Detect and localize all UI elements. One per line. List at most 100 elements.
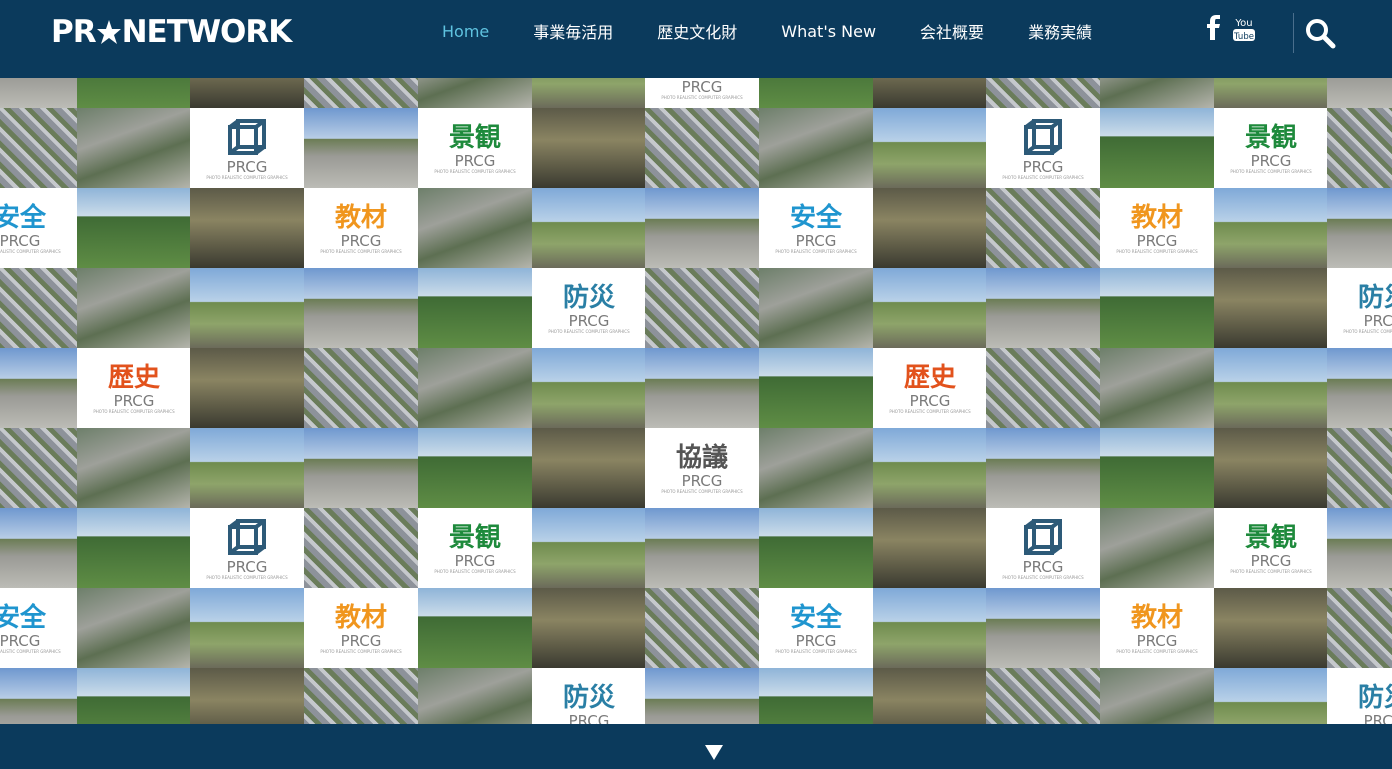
photo-tile	[645, 188, 759, 268]
photo-tile	[986, 668, 1100, 724]
photo-tile	[1100, 348, 1214, 428]
tile-prcg-subtitle: PHOTO REALISTIC COMPUTER GRAPHICS	[889, 408, 971, 414]
tile-prcg-text: PRCG	[795, 631, 837, 650]
tile-label: 安全	[789, 602, 842, 633]
search-icon[interactable]	[1304, 17, 1336, 49]
photo-tile	[0, 108, 77, 188]
tile-prcg-text: PRCG	[568, 311, 610, 330]
prcg-logo-tile: PRCG PHOTO REALISTIC COMPUTER GRAPHICS	[986, 508, 1100, 588]
photo-tile	[190, 588, 304, 668]
photo-tile	[645, 668, 759, 724]
photo-tile	[304, 108, 418, 188]
tile-label: 景観	[1244, 522, 1297, 553]
tile-prcg-subtitle: PHOTO REALISTIC COMPUTER GRAPHICS	[1230, 568, 1312, 574]
tile-label: 安全	[0, 602, 46, 633]
tile-prcg-text: PRCG	[226, 557, 268, 576]
photo-tile	[190, 428, 304, 508]
tile-label: 歴史	[903, 362, 956, 393]
photo-tile	[1214, 78, 1328, 108]
photo-tile	[986, 588, 1100, 668]
photo-tile	[77, 78, 191, 108]
tile-prcg-subtitle: PHOTO REALISTIC COMPUTER GRAPHICS	[1002, 574, 1084, 580]
footer-bar	[0, 724, 1392, 769]
photo-tile	[418, 188, 532, 268]
label-tile: 教材 PRCG PHOTO REALISTIC COMPUTER GRAPHICS	[304, 588, 418, 668]
tile-prcg-text: PRCG	[1136, 631, 1178, 650]
scroll-down-arrow-icon[interactable]	[705, 745, 723, 760]
logo-text-right: NETWORK	[121, 14, 293, 50]
photo-tile	[190, 78, 304, 108]
tile-prcg-text: PRCG	[340, 631, 382, 650]
photo-tile	[873, 508, 987, 588]
tile-label: 教材	[1130, 602, 1183, 633]
tile-prcg-text: PRCG	[1136, 231, 1178, 250]
facebook-icon[interactable]	[1206, 14, 1222, 48]
tile-prcg-text: PRCG	[1022, 557, 1064, 576]
photo-tile	[873, 588, 987, 668]
prcg-logo-tile: PRCG PHOTO REALISTIC COMPUTER GRAPHICS	[190, 108, 304, 188]
photo-tile	[1327, 428, 1392, 508]
photo-tile	[986, 348, 1100, 428]
photo-tile	[873, 78, 987, 108]
photo-tile	[532, 348, 646, 428]
photo-tile	[759, 348, 873, 428]
tile-label: 協議	[675, 442, 728, 473]
nav-item-works[interactable]: 業務実績	[1006, 19, 1114, 43]
photo-tile	[304, 508, 418, 588]
photo-tile	[77, 108, 191, 188]
label-tile: 安全PRCGPHOTO REALISTIC COMPUTER GRAPHICS	[759, 188, 873, 268]
photo-tile	[1327, 508, 1392, 588]
tile-prcg-text: PRCG	[681, 78, 723, 96]
site-logo[interactable]: PR NETWORK	[51, 14, 293, 50]
photo-tile	[873, 188, 987, 268]
label-tile: 防災PRCGPHOTO REALISTIC COMPUTER GRAPHICS	[532, 668, 646, 724]
photo-tile	[1100, 78, 1214, 108]
nav-item-company[interactable]: 会社概要	[898, 19, 1006, 43]
youtube-icon[interactable]: You Tube	[1232, 14, 1256, 48]
photo-tile	[759, 78, 873, 108]
tile-prcg-subtitle: PHOTO REALISTIC COMPUTER GRAPHICS	[320, 248, 402, 254]
photo-tile	[0, 348, 77, 428]
tile-prcg-text: PRCG	[226, 157, 268, 176]
label-tile: PRCG PHOTO REALISTIC COMPUTER GRAPHICS	[645, 78, 759, 108]
tile-label: 教材	[334, 602, 387, 633]
photo-tile	[1327, 78, 1392, 108]
photo-tile	[1214, 588, 1328, 668]
nav-item-home[interactable]: Home	[420, 22, 511, 41]
photo-tile	[532, 108, 646, 188]
nav-item-history-culture[interactable]: 歴史文化財	[635, 19, 759, 43]
label-tile: 歴史 PRCG PHOTO REALISTIC COMPUTER GRAPHICS	[77, 348, 191, 428]
nav-item-whats-new[interactable]: What's New	[759, 22, 898, 41]
tile-prcg-subtitle: PHOTO REALISTIC COMPUTER GRAPHICS	[775, 648, 857, 654]
label-tile: 安全PRCGPHOTO REALISTIC COMPUTER GRAPHICS	[759, 588, 873, 668]
tile-label: 防災	[562, 282, 615, 313]
tile-prcg-text: PRCG	[1250, 551, 1292, 570]
photo-tile	[532, 188, 646, 268]
photo-tile	[418, 348, 532, 428]
tile-label: 景観	[448, 522, 501, 553]
photo-tile	[645, 588, 759, 668]
photo-tile	[304, 348, 418, 428]
photo-tile	[1327, 188, 1392, 268]
label-tile: 協議 PRCG PHOTO REALISTIC COMPUTER GRAPHICS	[645, 428, 759, 508]
photo-tile	[1100, 428, 1214, 508]
tile-label: 教材	[1130, 202, 1183, 233]
svg-text:You: You	[1234, 18, 1252, 29]
photo-tile	[418, 428, 532, 508]
tile-label: 防災	[1357, 282, 1392, 313]
photo-tile	[645, 268, 759, 348]
tile-prcg-text: PRCG	[681, 471, 723, 490]
label-tile: 教材 PRCG PHOTO REALISTIC COMPUTER GRAPHICS	[304, 188, 418, 268]
tile-prcg-subtitle: PHOTO REALISTIC COMPUTER GRAPHICS	[206, 174, 288, 180]
nav-item-business-use[interactable]: 事業毎活用	[511, 19, 635, 43]
photo-tile	[986, 428, 1100, 508]
tile-prcg-subtitle: PHOTO REALISTIC COMPUTER GRAPHICS	[1116, 648, 1198, 654]
photo-tile	[1327, 588, 1392, 668]
tile-label: 歴史	[107, 362, 160, 393]
site-header: PR NETWORK Home 事業毎活用 歴史文化財 What's New 会社…	[0, 0, 1392, 78]
tile-prcg-subtitle: PHOTO REALISTIC COMPUTER GRAPHICS	[1230, 168, 1312, 174]
image-mosaic: 安全PRCGPHOTO REALISTIC COMPUTER GRAPHICS安…	[0, 78, 1392, 724]
label-tile: 景観 PRCG PHOTO REALISTIC COMPUTER GRAPHICS	[418, 108, 532, 188]
photo-tile	[77, 188, 191, 268]
tile-label: 防災	[1357, 682, 1392, 713]
